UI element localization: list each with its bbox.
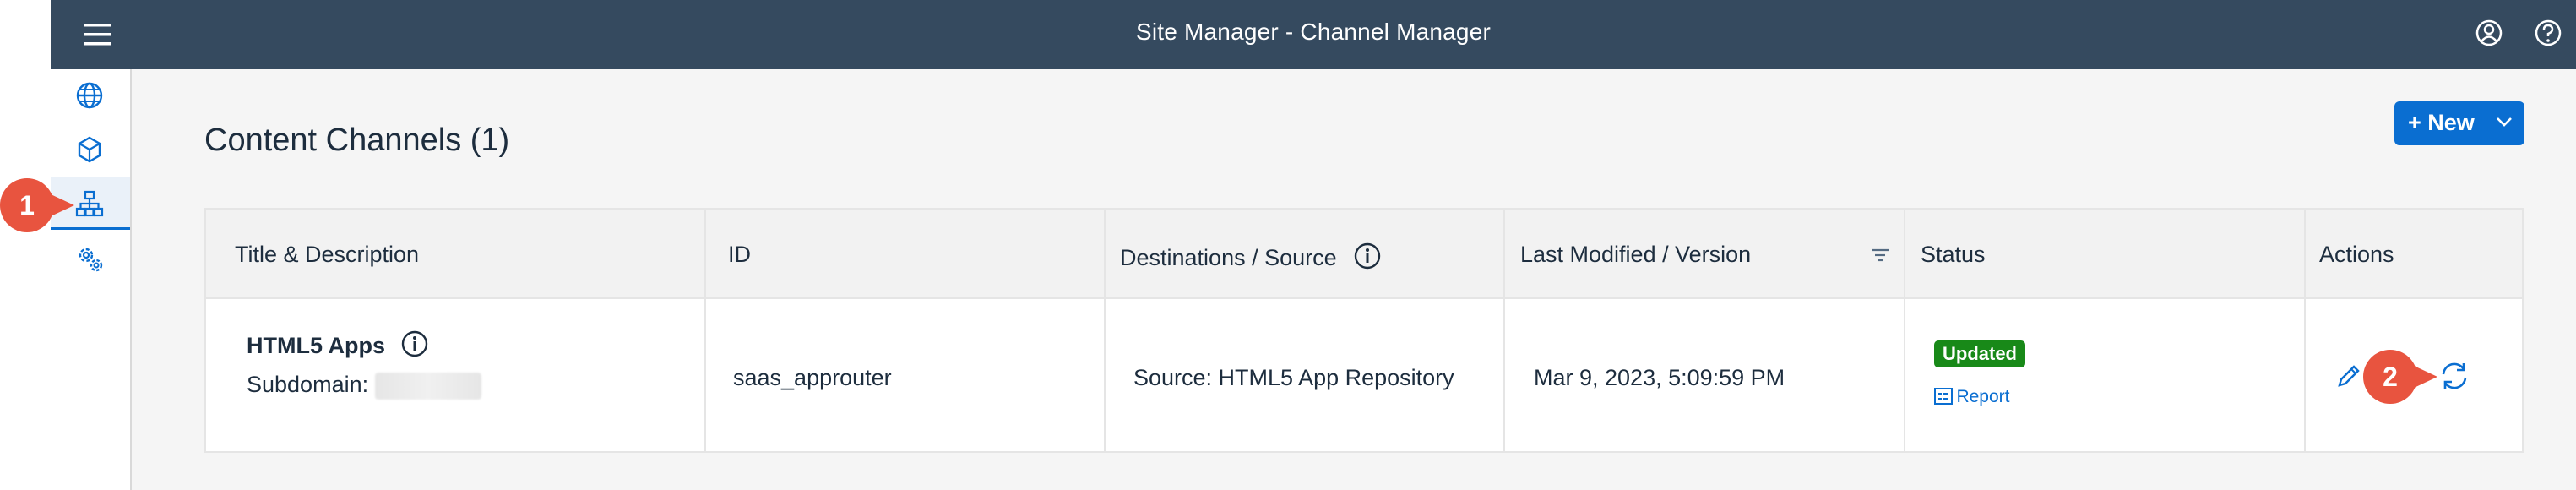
shell-bar: Site Manager - Channel Manager	[51, 0, 2576, 69]
settings-gears-icon	[79, 248, 103, 272]
status-badge: Updated	[1934, 340, 2025, 368]
column-header-destinations[interactable]: Destinations / Source	[1120, 242, 1382, 271]
new-button-label: + New	[2408, 110, 2475, 135]
annotation-marker-1: 1	[0, 178, 74, 232]
new-button[interactable]: + New	[2394, 101, 2524, 145]
report-link-label[interactable]: Report	[1956, 387, 2009, 406]
column-header-destinations-label: Destinations / Source	[1120, 245, 1337, 270]
column-header-title[interactable]: Title & Description	[235, 242, 419, 268]
refresh-icon[interactable]	[2437, 360, 2471, 392]
info-icon[interactable]	[400, 329, 429, 358]
hierarchy-icon	[75, 190, 104, 217]
column-header-actions: Actions	[2319, 242, 2394, 267]
column-header-modified[interactable]: Last Modified / Version	[1520, 242, 1751, 268]
channel-source: Source: HTML5 App Repository	[1133, 365, 1454, 390]
sort-filter-icon[interactable]	[1870, 247, 1890, 264]
column-header-status[interactable]: Status	[1921, 242, 1986, 268]
subdomain-label: Subdomain:	[247, 372, 369, 397]
channel-subdomain: Subdomain:	[247, 372, 481, 400]
edit-pencil-icon[interactable]	[2334, 362, 2363, 390]
nav-item-settings[interactable]	[51, 233, 130, 286]
column-divider	[1104, 210, 1106, 451]
globe-icon	[76, 82, 103, 109]
channel-id: saas_approuter	[733, 365, 892, 390]
cube-icon	[78, 136, 101, 163]
side-navigation	[51, 69, 132, 490]
page-title: Content Channels (1)	[204, 122, 510, 158]
help-icon[interactable]	[2534, 19, 2562, 47]
channel-title: HTML5 Apps	[247, 329, 429, 359]
column-header-id[interactable]: ID	[728, 242, 751, 268]
column-divider	[1503, 210, 1505, 451]
nav-item-content[interactable]	[51, 123, 130, 176]
chevron-down-icon	[2497, 117, 2512, 127]
report-icon	[1934, 388, 1953, 405]
column-divider	[1904, 210, 1905, 451]
column-divider	[704, 210, 706, 451]
left-margin	[0, 0, 51, 490]
redacted-subdomain	[374, 372, 481, 400]
nav-item-sites[interactable]	[51, 69, 130, 122]
app-title: Site Manager - Channel Manager	[1135, 19, 1491, 45]
annotation-marker-2: 2	[2363, 350, 2437, 404]
info-icon[interactable]	[1353, 242, 1382, 270]
column-divider	[2304, 210, 2306, 451]
content-channels-table: Title & Description ID Destinations / So…	[204, 208, 2524, 453]
channel-modified: Mar 9, 2023, 5:09:59 PM	[1534, 365, 1785, 390]
channel-title-text: HTML5 Apps	[247, 333, 385, 358]
report-link[interactable]: Report	[1934, 387, 2009, 407]
user-icon[interactable]	[2475, 19, 2503, 47]
